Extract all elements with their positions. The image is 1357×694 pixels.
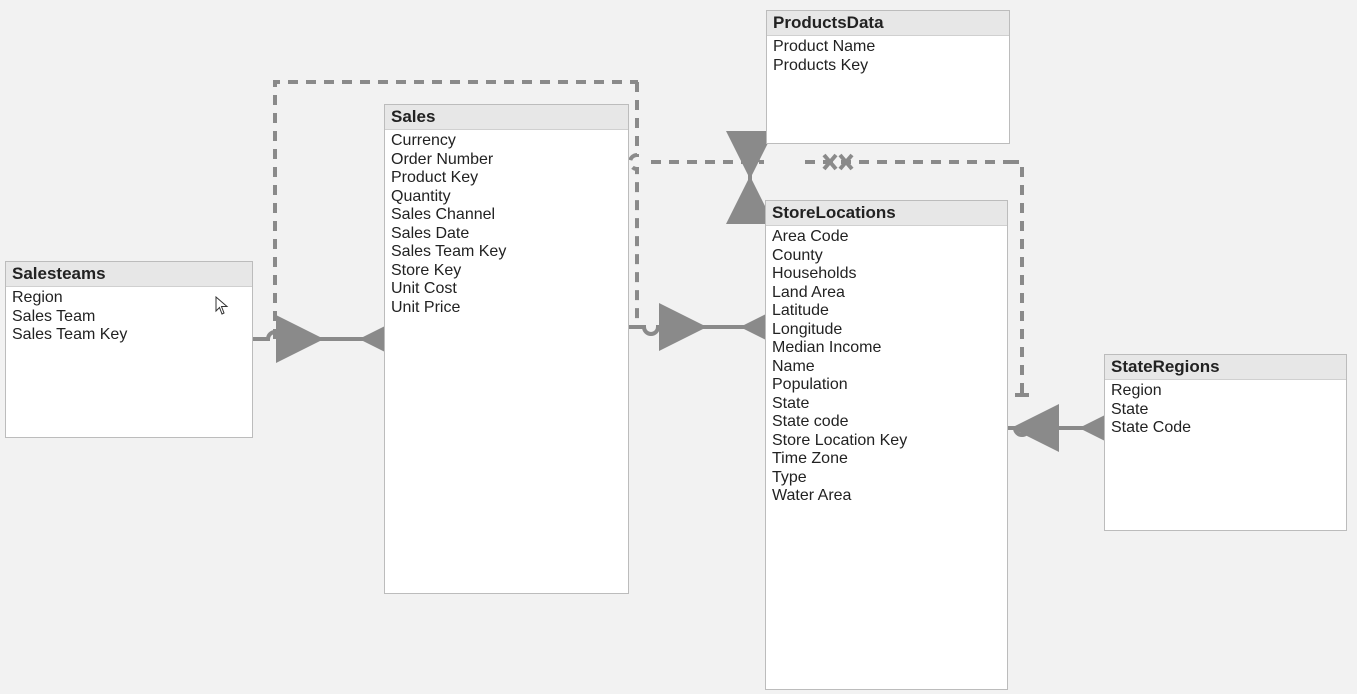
table-fields: Product Name Products Key: [767, 36, 1009, 81]
field[interactable]: Sales Team: [12, 308, 246, 327]
field[interactable]: Median Income: [772, 339, 1001, 358]
table-fields: Currency Order Number Product Key Quanti…: [385, 130, 628, 323]
field[interactable]: State: [1111, 401, 1340, 420]
field[interactable]: Region: [12, 289, 246, 308]
field[interactable]: Households: [772, 265, 1001, 284]
field[interactable]: Store Key: [391, 262, 622, 281]
field[interactable]: Time Zone: [772, 450, 1001, 469]
field[interactable]: Population: [772, 376, 1001, 395]
field[interactable]: Water Area: [772, 487, 1001, 506]
field[interactable]: Quantity: [391, 188, 622, 207]
model-canvas[interactable]: Salesteams Region Sales Team Sales Team …: [0, 0, 1357, 694]
field[interactable]: Products Key: [773, 57, 1003, 76]
table-title: Salesteams: [6, 262, 252, 287]
table-title: StoreLocations: [766, 201, 1007, 226]
field[interactable]: Sales Date: [391, 225, 622, 244]
field[interactable]: State code: [772, 413, 1001, 432]
field[interactable]: Name: [772, 358, 1001, 377]
table-salesteams[interactable]: Salesteams Region Sales Team Sales Team …: [5, 261, 253, 438]
table-productsdata[interactable]: ProductsData Product Name Products Key: [766, 10, 1010, 144]
field[interactable]: Sales Team Key: [391, 243, 622, 262]
field[interactable]: Region: [1111, 382, 1340, 401]
field[interactable]: Currency: [391, 132, 622, 151]
field[interactable]: Longitude: [772, 321, 1001, 340]
table-title: ProductsData: [767, 11, 1009, 36]
field[interactable]: State: [772, 395, 1001, 414]
field[interactable]: Unit Price: [391, 299, 622, 318]
table-fields: Region State State Code: [1105, 380, 1346, 444]
field[interactable]: State Code: [1111, 419, 1340, 438]
field[interactable]: Product Name: [773, 38, 1003, 57]
table-storelocations[interactable]: StoreLocations Area Code County Househol…: [765, 200, 1008, 690]
table-title: StateRegions: [1105, 355, 1346, 380]
field[interactable]: County: [772, 247, 1001, 266]
field[interactable]: Sales Team Key: [12, 326, 246, 345]
field[interactable]: Store Location Key: [772, 432, 1001, 451]
table-stateregions[interactable]: StateRegions Region State State Code: [1104, 354, 1347, 531]
field[interactable]: Area Code: [772, 228, 1001, 247]
field[interactable]: Order Number: [391, 151, 622, 170]
table-fields: Area Code County Households Land Area La…: [766, 226, 1007, 512]
table-sales[interactable]: Sales Currency Order Number Product Key …: [384, 104, 629, 594]
field[interactable]: Unit Cost: [391, 280, 622, 299]
field[interactable]: Land Area: [772, 284, 1001, 303]
field[interactable]: Sales Channel: [391, 206, 622, 225]
field[interactable]: Product Key: [391, 169, 622, 188]
field[interactable]: Latitude: [772, 302, 1001, 321]
field[interactable]: Type: [772, 469, 1001, 488]
table-title: Sales: [385, 105, 628, 130]
table-fields: Region Sales Team Sales Team Key: [6, 287, 252, 351]
